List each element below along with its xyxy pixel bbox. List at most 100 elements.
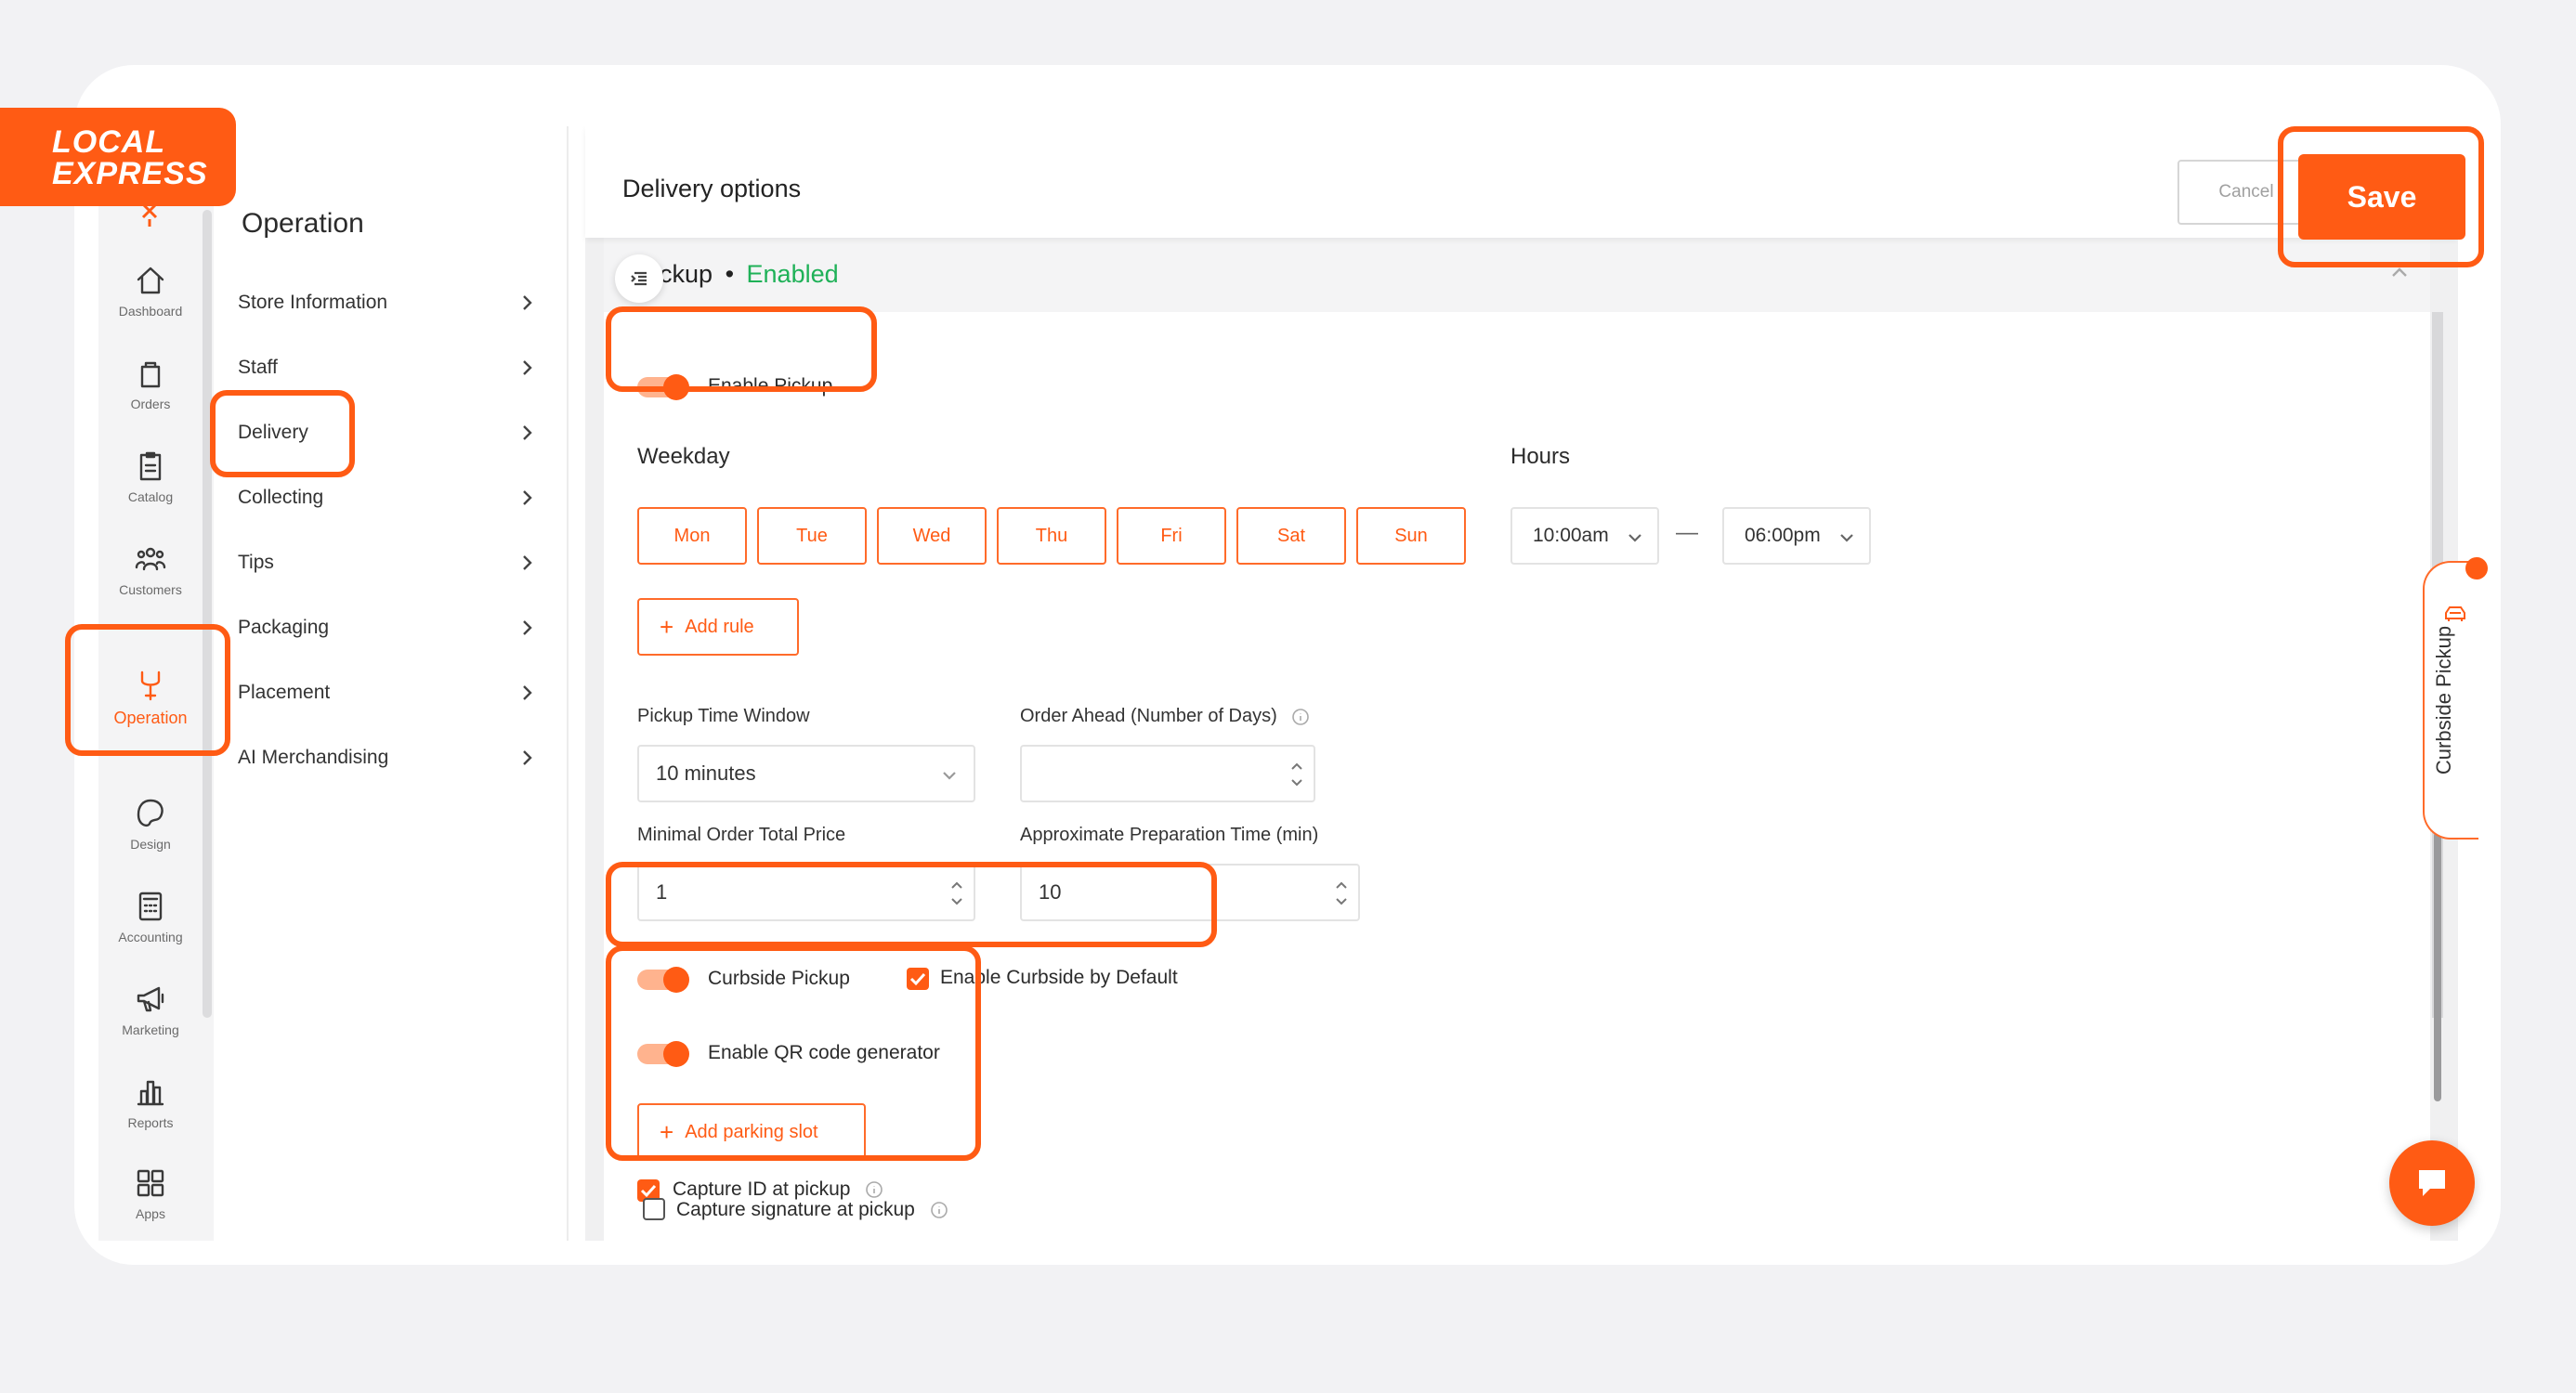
app-window: Dashboard Orders Catalog Customers Opera… bbox=[98, 126, 2458, 1241]
top-bar: Delivery options Cancel bbox=[585, 126, 2458, 238]
home-icon bbox=[137, 267, 164, 294]
rail-label: Accounting bbox=[118, 930, 183, 944]
palette-icon bbox=[137, 799, 163, 827]
megaphone-icon bbox=[137, 986, 164, 1012]
number-stepper-icon[interactable] bbox=[1332, 871, 1351, 916]
chevron-down-icon bbox=[940, 766, 959, 785]
rail-item-customers[interactable]: Customers bbox=[98, 527, 203, 611]
capture-signature-label: Capture signature at pickup bbox=[676, 1199, 948, 1221]
order-ahead-input[interactable] bbox=[1020, 745, 1315, 802]
rail-label: Customers bbox=[119, 582, 182, 597]
collapse-list-icon bbox=[631, 271, 647, 286]
order-ahead-label: Order Ahead (Number of Days) bbox=[1020, 706, 1310, 727]
rail-label: Reports bbox=[127, 1115, 174, 1130]
highlight-enable-pickup bbox=[606, 306, 877, 392]
info-icon[interactable] bbox=[930, 1201, 948, 1219]
add-rule-label: Add rule bbox=[685, 616, 754, 637]
add-rule-button[interactable]: + Add rule bbox=[637, 598, 799, 656]
logo-text-line2: EXPRESS bbox=[52, 156, 208, 191]
rail-item-marketing[interactable]: Marketing bbox=[98, 968, 203, 1051]
page-title: Delivery options bbox=[622, 175, 802, 202]
hours-dash: — bbox=[1676, 520, 1698, 545]
chevron-right-icon bbox=[517, 488, 537, 508]
local-express-logo: LOCAL EXPRESS bbox=[0, 108, 236, 206]
highlight-save bbox=[2278, 126, 2484, 267]
time-window-value: 10 minutes bbox=[656, 762, 756, 785]
submenu-item-label: Tips bbox=[238, 552, 274, 573]
rail-item-accounting[interactable]: Accounting bbox=[98, 875, 203, 958]
panel-scrollbar-thumb[interactable] bbox=[2434, 832, 2441, 1101]
chevron-right-icon bbox=[517, 683, 537, 703]
rail-item-design[interactable]: Design bbox=[98, 782, 203, 866]
time-window-select[interactable]: 10 minutes bbox=[637, 745, 975, 802]
calculator-icon bbox=[138, 892, 163, 921]
submenu-item-store-information[interactable]: Store Information bbox=[214, 275, 557, 331]
time-window-label: Pickup Time Window bbox=[637, 706, 810, 726]
capture-signature-checkbox-visible[interactable] bbox=[643, 1198, 665, 1220]
screenshot-frame: Dashboard Orders Catalog Customers Opera… bbox=[74, 65, 2501, 1265]
submenu-item-label: Staff bbox=[238, 357, 278, 378]
submenu-item-label: AI Merchandising bbox=[238, 747, 389, 768]
rail-item-apps[interactable]: Apps bbox=[98, 1152, 203, 1235]
day-button-fri[interactable]: Fri bbox=[1117, 507, 1226, 565]
day-button-sat[interactable]: Sat bbox=[1236, 507, 1346, 565]
rail-item-orders[interactable]: Orders bbox=[98, 342, 203, 425]
submenu-item-packaging[interactable]: Packaging bbox=[214, 600, 557, 656]
hours-from-select[interactable]: 10:00am bbox=[1510, 507, 1659, 565]
chevron-right-icon bbox=[517, 423, 537, 443]
hours-to-select[interactable]: 06:00pm bbox=[1722, 507, 1871, 565]
pickup-title: Pickup • Enabled bbox=[637, 260, 839, 289]
submenu-item-tips[interactable]: Tips bbox=[214, 535, 557, 591]
submenu-item-label: Store Information bbox=[238, 292, 388, 313]
info-icon[interactable] bbox=[1291, 708, 1310, 726]
order-ahead-label-text: Order Ahead (Number of Days) bbox=[1020, 706, 1277, 726]
day-button-mon[interactable]: Mon bbox=[637, 507, 747, 565]
day-button-tue[interactable]: Tue bbox=[757, 507, 867, 565]
chevron-down-icon bbox=[1837, 528, 1856, 547]
chevron-right-icon bbox=[517, 358, 537, 378]
submenu-item-staff[interactable]: Staff bbox=[214, 340, 557, 396]
apps-grid-icon bbox=[137, 1169, 164, 1197]
submenu-item-ai-merchandising[interactable]: AI Merchandising bbox=[214, 730, 557, 786]
info-icon[interactable] bbox=[865, 1180, 883, 1199]
chevron-right-icon bbox=[517, 553, 537, 573]
bag-icon bbox=[140, 361, 161, 388]
capture-signature-label-text: Capture signature at pickup bbox=[676, 1199, 915, 1220]
rail-item-dashboard[interactable]: Dashboard bbox=[98, 249, 203, 332]
bar-chart-icon bbox=[137, 1080, 164, 1106]
plus-icon: + bbox=[660, 613, 674, 641]
highlight-qr-section bbox=[606, 945, 981, 1161]
submenu-item-placement[interactable]: Placement bbox=[214, 665, 557, 721]
day-button-thu[interactable]: Thu bbox=[997, 507, 1106, 565]
clipboard-icon bbox=[139, 451, 162, 481]
rail-label: Dashboard bbox=[118, 304, 183, 319]
number-stepper-icon[interactable] bbox=[1288, 752, 1306, 797]
curbside-pickup-side-tab[interactable]: Curbside Pickup bbox=[2423, 557, 2488, 840]
chat-bubble-icon bbox=[2419, 1170, 2445, 1196]
highlight-operation bbox=[65, 624, 230, 756]
rail-label: Design bbox=[130, 837, 171, 852]
day-button-wed[interactable]: Wed bbox=[877, 507, 987, 565]
prep-time-label: Approximate Preparation Time (min) bbox=[1020, 825, 1319, 845]
chat-button[interactable] bbox=[2389, 1140, 2475, 1226]
chevron-down-icon bbox=[1626, 528, 1644, 547]
pickup-panel-header[interactable]: Pickup • Enabled bbox=[604, 238, 2430, 312]
title-separator: • bbox=[725, 260, 735, 288]
pickup-status: Enabled bbox=[746, 260, 839, 288]
rail-label: Marketing bbox=[122, 1022, 179, 1037]
weekday-label: Weekday bbox=[637, 444, 730, 469]
submenu-item-collecting[interactable]: Collecting bbox=[214, 470, 557, 526]
collapse-menu-button[interactable] bbox=[615, 254, 663, 303]
submenu-item-label: Collecting bbox=[238, 487, 324, 508]
rail-label: Orders bbox=[130, 397, 171, 411]
notification-dot bbox=[2465, 557, 2488, 579]
rail-item-catalog[interactable]: Catalog bbox=[98, 435, 203, 518]
highlight-curbside bbox=[606, 862, 1217, 947]
day-button-sun[interactable]: Sun bbox=[1356, 507, 1466, 565]
submenu-item-label: Packaging bbox=[238, 617, 330, 638]
rail-scrollbar[interactable] bbox=[203, 210, 212, 1018]
rail-item-reports[interactable]: Reports bbox=[98, 1061, 203, 1144]
hours-label: Hours bbox=[1510, 444, 1571, 469]
hours-to-value: 06:00pm bbox=[1745, 525, 1821, 546]
people-icon bbox=[135, 547, 166, 571]
